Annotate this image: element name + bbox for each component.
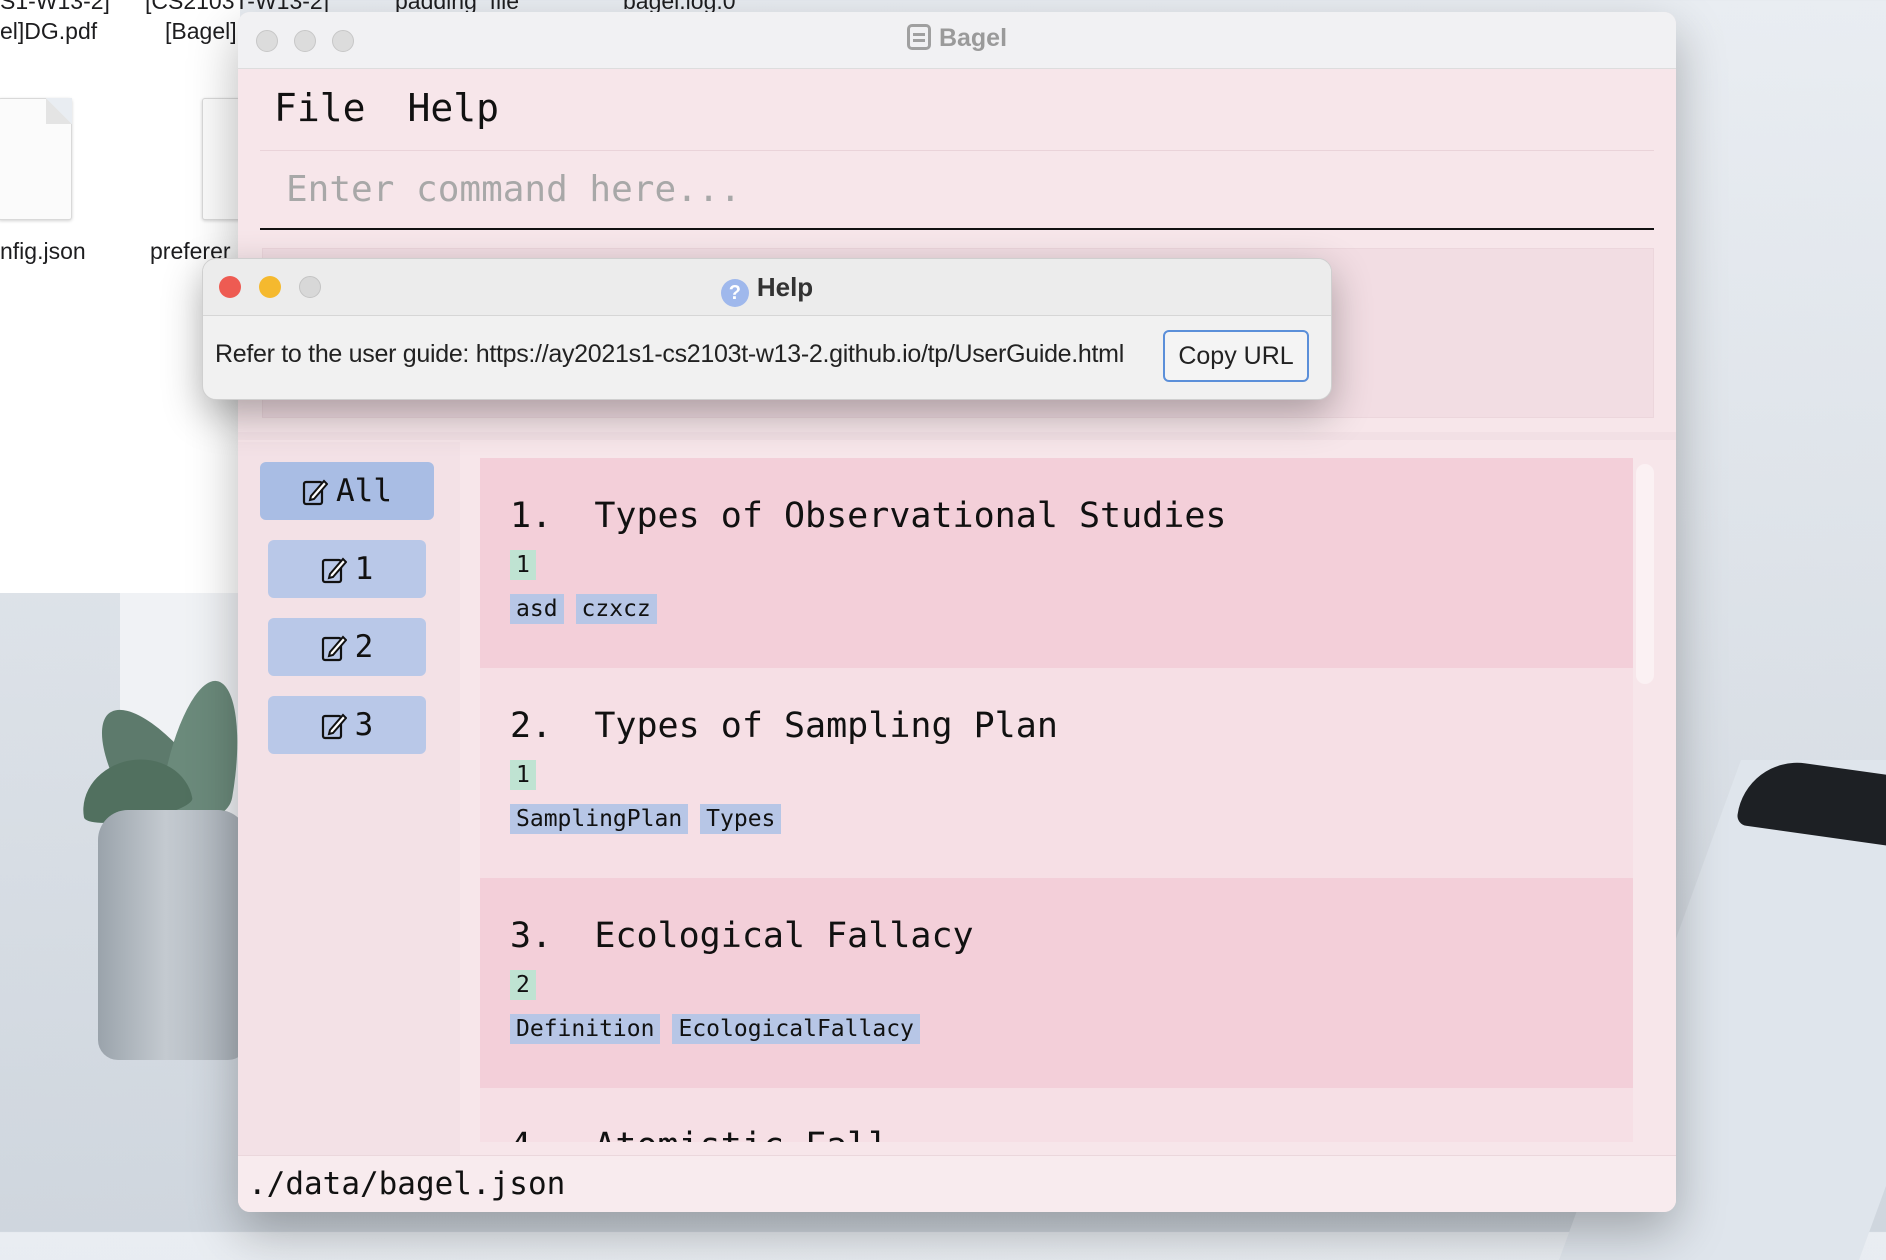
edit-icon — [321, 713, 347, 740]
help-titlebar: ? Help — [203, 259, 1331, 316]
tag-label: EcologicalFallacy — [672, 1014, 920, 1044]
set-button-2[interactable]: 2 — [268, 618, 426, 676]
file-icon[interactable] — [0, 98, 72, 220]
question-icon: ? — [720, 279, 749, 307]
bagel-main-window: Bagel File Help All 1 2 3 1. Types of Ob… — [238, 12, 1676, 1212]
status-bar-path: ./data/bagel.json — [238, 1155, 1676, 1212]
tag-label: czxcz — [575, 594, 657, 624]
tag-label: Types — [700, 804, 782, 834]
edit-icon — [321, 557, 347, 584]
edit-icon — [302, 479, 328, 506]
flashcard-title: 1. Types of Observational Studies — [510, 496, 1227, 536]
desktop-file-label[interactable]: nfig.json — [0, 238, 86, 265]
set-button-label: All — [336, 473, 392, 509]
tag-label: Definition — [510, 1014, 661, 1044]
set-button-label: 2 — [354, 629, 374, 665]
menu-bar: File Help — [238, 69, 1676, 147]
help-message: Refer to the user guide: https://ay2021s… — [215, 340, 1124, 368]
set-button-all[interactable]: All — [260, 462, 434, 520]
flashcard-card[interactable]: 2. Types of Sampling Plan 1 SamplingPlan… — [480, 668, 1633, 878]
flashcard-set-badge: 1 — [510, 760, 536, 790]
tag-label: asd — [510, 594, 564, 624]
menu-file[interactable]: File — [274, 86, 366, 130]
edit-icon — [321, 635, 347, 662]
flashcard-tags: Definition EcologicalFallacy — [510, 1014, 920, 1044]
window-title: Bagel — [238, 24, 1676, 53]
tag-label: SamplingPlan — [510, 804, 689, 834]
set-button-label: 1 — [354, 551, 374, 587]
flashcard-title: 3. Ecological Fallacy — [510, 916, 974, 956]
window-titlebar: Bagel — [238, 12, 1676, 69]
divider — [238, 432, 1676, 440]
help-dialog: ? Help Refer to the user guide: https://a… — [202, 258, 1332, 400]
flashcard-title: 2. Types of Sampling Plan — [510, 706, 1058, 746]
help-body: Refer to the user guide: https://ay2021s… — [203, 316, 1331, 399]
bagel-app-icon — [906, 24, 931, 50]
set-button-label: 3 — [354, 707, 374, 743]
desktop-file-label[interactable]: el]DG.pdf — [0, 18, 97, 45]
desktop-file-label[interactable]: S1-W13-2] — [0, 0, 110, 15]
flashcard-set-sidebar: All 1 2 3 — [238, 442, 460, 1162]
flashcard-card[interactable]: 1. Types of Observational Studies 1 asd … — [480, 458, 1633, 668]
copy-url-button[interactable]: Copy URL — [1163, 330, 1309, 382]
flashcard-card[interactable]: 3. Ecological Fallacy 2 Definition Ecolo… — [480, 878, 1633, 1088]
flashcard-list: 1. Types of Observational Studies 1 asd … — [480, 458, 1633, 1142]
flashcard-tags: asd czxcz — [510, 594, 657, 624]
plant-pot — [98, 810, 248, 1060]
flashcard-set-badge: 1 — [510, 550, 536, 580]
scrollbar-thumb[interactable] — [1636, 464, 1654, 684]
flashcard-tags: SamplingPlan Types — [510, 804, 782, 834]
flashcard-title: 4. Atomistic Fall — [510, 1126, 889, 1142]
set-button-1[interactable]: 1 — [268, 540, 426, 598]
command-input[interactable] — [260, 151, 1654, 228]
set-button-3[interactable]: 3 — [268, 696, 426, 754]
flashcard-set-badge: 2 — [510, 970, 536, 1000]
desktop-file-label[interactable]: [Bagel] — [165, 18, 237, 45]
menu-help[interactable]: Help — [408, 86, 500, 130]
command-box — [260, 150, 1654, 230]
flashcard-card[interactable]: 4. Atomistic Fall — [480, 1088, 1633, 1142]
help-title: ? Help — [203, 272, 1331, 307]
